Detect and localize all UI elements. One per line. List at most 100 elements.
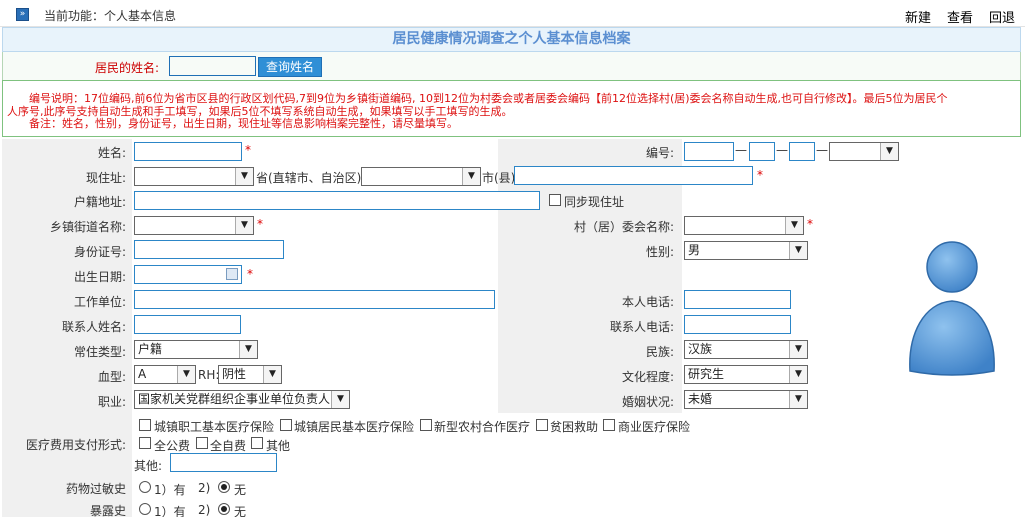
huji-address-input[interactable] bbox=[134, 191, 540, 210]
occupation-label: 职业: bbox=[97, 395, 126, 409]
province-select[interactable]: ▼ bbox=[134, 167, 254, 186]
page-title: 居民健康情况调查之个人基本信息档案 bbox=[392, 31, 631, 47]
idcard-input[interactable] bbox=[134, 240, 284, 259]
payment-checkbox[interactable] bbox=[280, 419, 292, 431]
education-value: 研究生 bbox=[688, 367, 725, 381]
phone-label: 本人电话: bbox=[621, 295, 674, 309]
query-name-button[interactable]: 查询姓名 bbox=[258, 57, 322, 77]
code-part-4-select[interactable]: ▼ bbox=[829, 142, 899, 161]
payment-checkbox[interactable] bbox=[139, 437, 151, 449]
contact-name-label: 联系人姓名: bbox=[61, 320, 126, 334]
contact-phone-input[interactable] bbox=[684, 315, 791, 334]
marital-status-select[interactable]: 未婚 ▼ bbox=[684, 390, 808, 409]
payment-option-label: 城镇居民基本医疗保险 bbox=[294, 420, 415, 434]
chevron-down-icon: ▼ bbox=[239, 341, 257, 358]
gender-value: 男 bbox=[688, 243, 701, 257]
code-part-2-input[interactable] bbox=[749, 142, 775, 161]
residence-type-select[interactable]: 户籍 ▼ bbox=[134, 340, 258, 359]
payment-option-label: 贫困救助 bbox=[550, 420, 599, 434]
note-line-1: 编号说明：17位编码,前6位为省市区县的行政区划代码,7到9位为乡镇街道编码, … bbox=[29, 92, 948, 105]
sync-address-checkbox[interactable] bbox=[549, 194, 561, 206]
payment-option-label: 新型农村合作医疗 bbox=[434, 420, 531, 434]
required-mark: * bbox=[757, 168, 763, 182]
new-button[interactable]: 新建 bbox=[905, 7, 931, 26]
gender-label: 性别: bbox=[645, 245, 674, 259]
dash: — bbox=[816, 143, 828, 157]
required-mark: * bbox=[257, 217, 263, 231]
chevron-down-icon: ▼ bbox=[789, 391, 807, 408]
payment-option-label: 城镇职工基本医疗保险 bbox=[154, 420, 275, 434]
residence-type-label: 常住类型: bbox=[73, 345, 126, 359]
chevron-down-icon: ▼ bbox=[462, 168, 480, 185]
required-mark: * bbox=[807, 217, 813, 231]
dash: — bbox=[776, 143, 788, 157]
note-line-3: 备注：姓名，性别，身份证号，出生日期，现住址等信息影响档案完整性，请尽量填写。 bbox=[29, 117, 458, 130]
option-no-label: 无 bbox=[234, 505, 247, 517]
exposure-no-radio[interactable] bbox=[218, 503, 230, 515]
gender-select[interactable]: 男 ▼ bbox=[684, 241, 808, 260]
other-payment-input[interactable] bbox=[170, 453, 277, 472]
province-suffix-label: 省(直辖市、自治区) bbox=[256, 171, 362, 185]
exposure-label: 暴露史 bbox=[89, 504, 126, 517]
nav-toggle-icon[interactable]: » bbox=[16, 8, 29, 21]
chevron-down-icon: ▼ bbox=[785, 217, 803, 234]
payment-checkbox[interactable] bbox=[139, 419, 151, 431]
payment-option-label: 全公费 bbox=[154, 439, 191, 453]
contact-name-input[interactable] bbox=[134, 315, 241, 334]
required-mark: * bbox=[247, 267, 253, 281]
chevron-down-icon: ▼ bbox=[880, 143, 898, 160]
phone-input[interactable] bbox=[684, 290, 791, 309]
city-select[interactable]: ▼ bbox=[361, 167, 481, 186]
calendar-icon[interactable] bbox=[226, 268, 238, 280]
basic-info-form: 姓名: * 编号: — — — ▼ 现住址: ▼ 省(直辖市、自治区) ▼ 市(… bbox=[2, 139, 1023, 517]
work-unit-input[interactable] bbox=[134, 290, 495, 309]
resident-name-input[interactable] bbox=[169, 56, 256, 76]
payment-checkbox[interactable] bbox=[536, 419, 548, 431]
ethnicity-label: 民族: bbox=[645, 345, 674, 359]
code-part-3-input[interactable] bbox=[789, 142, 815, 161]
occupation-select[interactable]: 国家机关党群组织企事业单位负责人 ▼ bbox=[134, 390, 350, 409]
toolbar-actions: 新建 查看 回退 bbox=[905, 7, 1015, 26]
allergy-no-radio[interactable] bbox=[218, 481, 230, 493]
view-button[interactable]: 查看 bbox=[947, 7, 973, 26]
city-suffix-label: 市(县) bbox=[482, 171, 516, 185]
township-select[interactable]: ▼ bbox=[134, 216, 254, 235]
chevron-down-icon: ▼ bbox=[789, 341, 807, 358]
payment-checkbox[interactable] bbox=[603, 419, 615, 431]
village-select[interactable]: ▼ bbox=[684, 216, 804, 235]
back-button[interactable]: 回退 bbox=[989, 7, 1015, 26]
ethnicity-select[interactable]: 汉族 ▼ bbox=[684, 340, 808, 359]
exposure-yes-radio[interactable] bbox=[139, 503, 151, 515]
required-mark: * bbox=[245, 143, 251, 157]
search-row: 居民的姓名: 查询姓名 bbox=[2, 52, 1021, 80]
idcard-label: 身份证号: bbox=[73, 245, 126, 259]
resident-name-label: 居民的姓名: bbox=[95, 61, 160, 75]
chevron-down-icon: ▼ bbox=[177, 366, 195, 383]
sync-address-label: 同步现住址 bbox=[564, 195, 625, 209]
payment-option-label: 全自费 bbox=[210, 439, 247, 453]
allergy-yes-radio[interactable] bbox=[139, 481, 151, 493]
option-2-number: 2) bbox=[198, 503, 211, 517]
blood-type-select[interactable]: A ▼ bbox=[134, 365, 196, 384]
payment-option-label: 其他 bbox=[266, 439, 291, 453]
birth-date-input[interactable] bbox=[134, 265, 242, 284]
education-select[interactable]: 研究生 ▼ bbox=[684, 365, 808, 384]
code-description-note: 编号说明：17位编码,前6位为省市区县的行政区划代码,7到9位为乡镇街道编码, … bbox=[2, 80, 1021, 137]
payment-checkbox[interactable] bbox=[196, 437, 208, 449]
current-function-label: 当前功能：个人基本信息 bbox=[44, 9, 177, 23]
payment-checkbox[interactable] bbox=[251, 437, 263, 449]
payment-checkbox[interactable] bbox=[420, 419, 432, 431]
code-label: 编号: bbox=[645, 146, 674, 160]
rh-value: 阴性 bbox=[222, 367, 247, 381]
option-2-number: 2) bbox=[198, 481, 211, 495]
code-part-1-input[interactable] bbox=[684, 142, 734, 161]
rh-select[interactable]: 阴性 ▼ bbox=[218, 365, 282, 384]
drug-allergy-label: 药物过敏史 bbox=[65, 482, 126, 496]
address-detail-input[interactable] bbox=[514, 166, 753, 185]
blood-type-value: A bbox=[138, 367, 147, 381]
option-no-label: 无 bbox=[234, 483, 247, 497]
rh-label: RH: bbox=[198, 368, 220, 382]
education-label: 文化程度: bbox=[621, 370, 674, 384]
name-input[interactable] bbox=[134, 142, 242, 161]
chevron-down-icon: ▼ bbox=[263, 366, 281, 383]
